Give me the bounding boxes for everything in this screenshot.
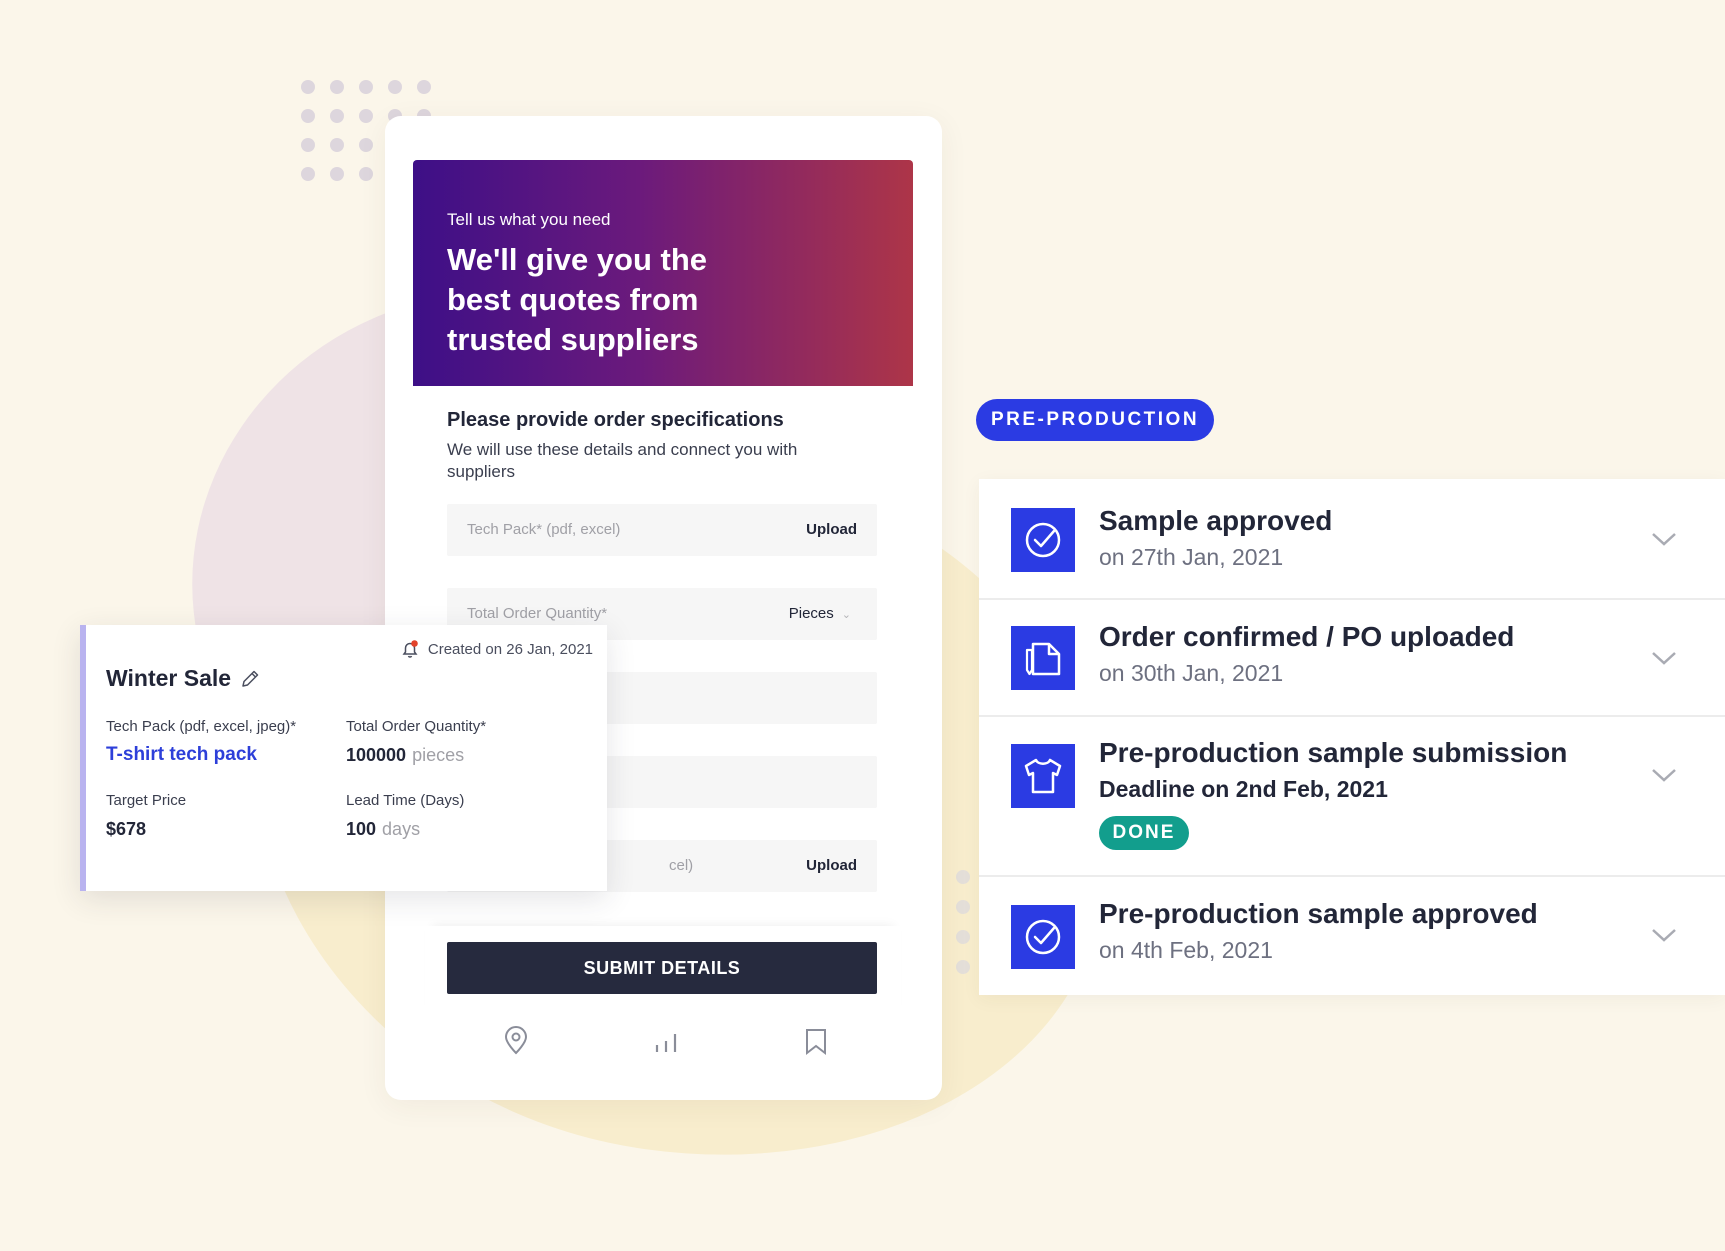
step-date: on 4th Feb, 2021 [1099, 937, 1273, 963]
stage-badge: PRE-PRODUCTION [976, 399, 1214, 441]
hero-title: We'll give you the best quotes from trus… [447, 242, 708, 357]
decorative-dot-column [956, 870, 972, 980]
field-5-placeholder: cel) [669, 857, 694, 874]
step-title: Sample approved [1099, 505, 1333, 536]
step-date: on 30th Jan, 2021 [1099, 660, 1284, 686]
tech-pack-label: Tech Pack (pdf, excel, jpeg)* [106, 718, 297, 735]
bookmark-icon[interactable] [801, 1026, 831, 1056]
target-price-value: $678 [106, 819, 147, 839]
timeline-step[interactable]: Order confirmed / PO uploaded on 30th Ja… [979, 600, 1725, 717]
created-date-text: Created on 26 Jan, 2021 [427, 640, 593, 658]
tshirt-icon [1011, 744, 1075, 808]
chevron-down-icon[interactable] [1651, 767, 1677, 783]
quantity-label: Total Order Quantity* [346, 718, 487, 735]
step-date: on 27th Jan, 2021 [1099, 544, 1284, 570]
form-heading: Please provide order specifications [447, 409, 784, 431]
document-icon [1011, 626, 1075, 690]
step-title: Pre-production sample submission [1099, 737, 1568, 768]
lead-time-unit: days [382, 819, 421, 839]
hero-banner: Tell us what you need We'll give you the… [413, 160, 913, 386]
bell-icon [402, 640, 418, 658]
check-circle-icon [1011, 508, 1075, 572]
check-circle-icon [1011, 905, 1075, 969]
step-title: Order confirmed / PO uploaded [1099, 621, 1515, 652]
quantity-value: 100000 pieces [346, 745, 464, 766]
bar-chart-icon[interactable] [651, 1026, 681, 1056]
chevron-down-icon: ⌄ [841, 609, 851, 621]
unit-select-value: Pieces [788, 605, 834, 622]
upload-button-2[interactable]: Upload [806, 857, 857, 874]
target-price-label: Target Price [106, 792, 187, 809]
order-form-card: Tell us what you need We'll give you the… [385, 116, 942, 1100]
chevron-down-icon[interactable] [1651, 650, 1677, 666]
tech-pack-placeholder: Tech Pack* (pdf, excel) [467, 521, 621, 538]
hero-kicker: Tell us what you need [447, 210, 611, 229]
lead-time-label: Lead Time (Days) [346, 792, 465, 809]
timeline-step[interactable]: Pre-production sample approved on 4th Fe… [979, 877, 1725, 995]
done-status-badge: DONE [1099, 816, 1189, 850]
lead-time-number: 100 [346, 819, 377, 839]
step-title: Pre-production sample approved [1099, 898, 1538, 929]
location-pin-icon[interactable] [501, 1026, 531, 1056]
submit-details-button[interactable]: SUBMIT DETAILS [447, 942, 877, 994]
quantity-unit: pieces [412, 745, 465, 765]
pencil-icon[interactable] [239, 668, 261, 690]
timeline-step[interactable]: Sample approved on 27th Jan, 2021 [979, 479, 1725, 600]
order-summary-card[interactable]: Created on 26 Jan, 2021 Winter Sale Tech… [80, 625, 607, 891]
created-date: Created on 26 Jan, 2021 [400, 639, 593, 659]
timeline-step[interactable]: Pre-production sample submission Deadlin… [979, 717, 1725, 877]
upload-button[interactable]: Upload [806, 521, 857, 538]
timeline-list: Sample approved on 27th Jan, 2021 Order … [979, 479, 1725, 995]
form-subheading: We will use these details and connect yo… [447, 440, 798, 481]
quantity-number: 100000 [346, 745, 407, 765]
order-title-text: Winter Sale [106, 665, 232, 691]
quantity-placeholder: Total Order Quantity* [467, 605, 608, 622]
unit-select[interactable]: Pieces ⌄ [789, 605, 851, 622]
chevron-down-icon[interactable] [1651, 531, 1677, 547]
chevron-down-icon[interactable] [1651, 927, 1677, 943]
lead-time-value: 100 days [346, 819, 420, 840]
order-title: Winter Sale [106, 665, 261, 692]
tech-pack-field[interactable]: Tech Pack* (pdf, excel) Upload [447, 504, 877, 556]
tech-pack-link[interactable]: T-shirt tech pack [106, 744, 257, 766]
step-deadline: Deadline on 2nd Feb, 2021 [1099, 776, 1388, 802]
